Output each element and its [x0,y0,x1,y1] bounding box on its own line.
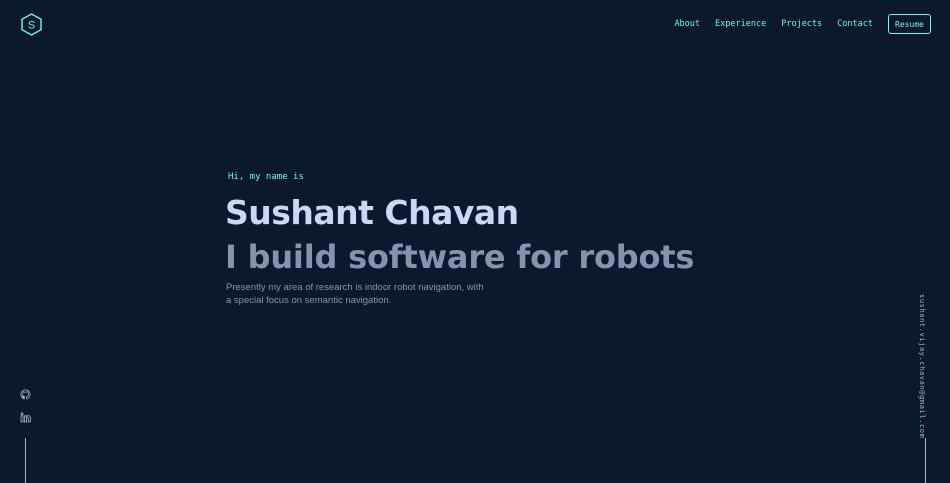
nav-experience-link[interactable]: Experience [715,14,766,34]
logo-letter: S [28,20,35,32]
email-link[interactable]: sushant.vijay.chavan@gmail.com [918,294,926,438]
nav-projects-link[interactable]: Projects [781,14,822,34]
left-divider-line [25,438,26,483]
social-links [20,387,31,433]
resume-button[interactable]: Resume [888,14,931,34]
portfolio-page: S About Experience Projects Contact Resu… [0,0,950,483]
nav-contact-link[interactable]: Contact [837,14,873,34]
hero-greeting: Hi, my name is [228,172,304,182]
logo-icon[interactable]: S [21,13,42,36]
hero-name: Sushant Chavan [225,193,519,232]
linkedin-icon[interactable] [20,410,31,423]
hero-description: Presently my area of research is indoor … [226,282,484,306]
hero-tagline: I build software for robots [225,238,695,276]
nav-about-link[interactable]: About [674,14,700,34]
right-divider-line [925,438,926,483]
main-nav: About Experience Projects Contact Resume [674,14,931,34]
github-icon[interactable] [20,387,31,400]
